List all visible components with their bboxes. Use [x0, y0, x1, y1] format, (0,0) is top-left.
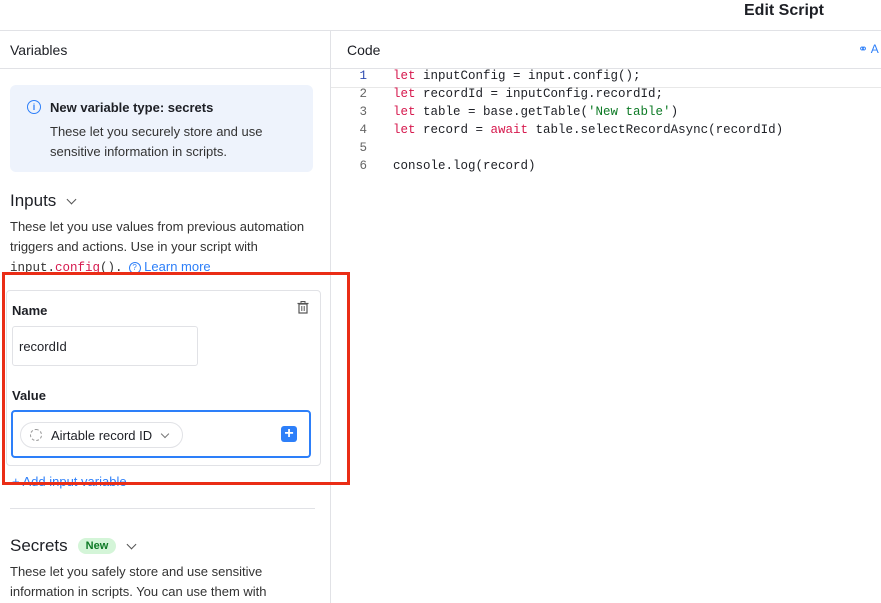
- line-number: 1: [359, 69, 367, 83]
- trash-icon[interactable]: [297, 301, 309, 314]
- chevron-down-icon: [160, 429, 170, 438]
- code-line[interactable]: 3 let table = base.getTable('New table'): [331, 105, 881, 123]
- line-number: 2: [359, 87, 367, 101]
- code-line[interactable]: 4 let record = await table.selectRecordAs…: [331, 123, 881, 141]
- token-icon: [30, 429, 42, 441]
- help-icon: ?: [128, 261, 141, 274]
- inputs-title: Inputs: [10, 191, 57, 210]
- code-text: let inputConfig = input.config();: [393, 69, 641, 83]
- line-number: 4: [359, 123, 367, 137]
- input-variable-card: Name recordId Value Airtable record ID +: [6, 290, 321, 466]
- secrets-title: Secrets: [10, 536, 68, 555]
- code-line[interactable]: 2 let recordId = inputConfig.recordId;: [331, 87, 881, 105]
- secrets-section-toggle[interactable]: Secrets New: [10, 536, 137, 556]
- code-editor[interactable]: 1 let inputConfig = input.config(); 2 let r…: [331, 69, 881, 177]
- learn-more-link[interactable]: Learn more: [144, 259, 210, 274]
- value-label: Value: [12, 388, 46, 403]
- add-input-variable-button[interactable]: + Add input variable: [12, 474, 127, 489]
- secrets-info-banner: i New variable type: secrets These let y…: [10, 85, 313, 172]
- info-banner-body: These let you securely store and use sen…: [50, 124, 263, 159]
- section-divider: [10, 508, 315, 509]
- chevron-down-icon: [66, 194, 77, 204]
- chevron-down-icon: [126, 539, 137, 549]
- line-number: 5: [359, 141, 367, 155]
- page-title: Edit Script: [744, 2, 825, 19]
- collaborators-icon[interactable]: ⚭ A: [858, 42, 879, 56]
- info-banner-title: New variable type: secrets: [50, 100, 214, 115]
- variables-panel-header: Variables: [0, 31, 330, 69]
- code-line[interactable]: 6 console.log(record): [331, 159, 881, 177]
- value-token-pill[interactable]: Airtable record ID: [20, 422, 183, 448]
- code-panel-title: Code: [347, 41, 381, 58]
- code-panel-header: Code ⚭ A: [331, 31, 881, 69]
- top-bar: Edit Script: [0, 0, 881, 31]
- code-text: let table = base.getTable('New table'): [393, 105, 679, 119]
- code-text: console.log(record): [393, 159, 536, 173]
- secrets-description: These let you safely store and use sensi…: [10, 564, 267, 599]
- code-line[interactable]: 5: [331, 141, 881, 159]
- code-panel: Code ⚭ A 1 let inputConfig = input.config…: [331, 31, 881, 603]
- code-text: let recordId = inputConfig.recordId;: [393, 87, 664, 101]
- value-token-label: Airtable record ID: [51, 427, 153, 443]
- new-badge: New: [77, 538, 117, 554]
- inputs-section-toggle[interactable]: Inputs: [10, 191, 77, 211]
- code-line[interactable]: 1 let inputConfig = input.config();: [331, 69, 881, 87]
- variable-value-field[interactable]: Airtable record ID +: [11, 410, 311, 458]
- info-icon: i: [27, 100, 41, 114]
- line-number: 3: [359, 105, 367, 119]
- insert-value-button[interactable]: +: [281, 426, 297, 442]
- line-number: 6: [359, 159, 367, 173]
- variables-panel: Variables i New variable type: secrets T…: [0, 31, 331, 603]
- code-text: let record = await table.selectRecordAsy…: [393, 123, 784, 137]
- variable-name-input[interactable]: recordId: [12, 326, 198, 366]
- inputs-description: These let you use values from previous a…: [10, 219, 305, 275]
- name-label: Name: [12, 303, 48, 318]
